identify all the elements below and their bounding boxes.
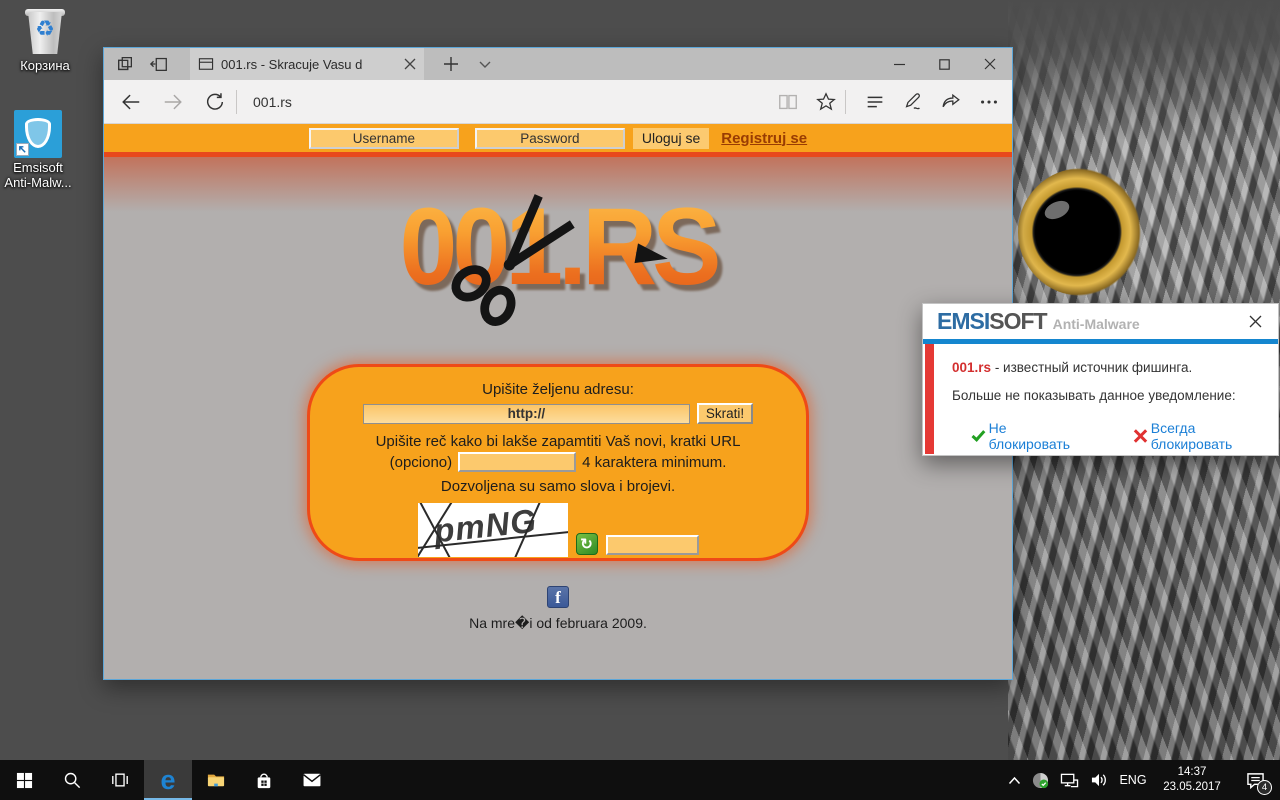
custom-word-input[interactable]: [458, 452, 577, 472]
forward-icon[interactable]: [152, 80, 194, 124]
dont-show-message: Больше не показывать данное уведомление:: [952, 388, 1236, 403]
store-bag-icon: [257, 773, 271, 788]
check-icon: [971, 426, 986, 442]
flagged-site: 001.rs: [952, 360, 992, 375]
password-field[interactable]: [474, 127, 625, 149]
emsisoft-brand-part1: EMSI: [937, 308, 990, 334]
reading-view-icon: [769, 80, 807, 124]
browser-tab-active[interactable]: 001.rs - Skracuje Vasu d: [190, 48, 424, 80]
taskbar-clock[interactable]: 14:37 23.05.2017: [1152, 760, 1232, 800]
language-indicator[interactable]: ENG: [1114, 760, 1152, 800]
tray-volume-icon[interactable]: [1084, 760, 1114, 800]
site-logo: 001.RS 001.RS: [358, 184, 758, 326]
tray-network-icon[interactable]: [1054, 760, 1084, 800]
popup-header: EMSI SOFT Anti-Malware: [923, 304, 1278, 339]
task-view-button[interactable]: [96, 760, 144, 800]
facebook-icon[interactable]: f: [547, 586, 569, 608]
recycle-bin-label: Корзина: [20, 58, 70, 73]
optional-label: (opciono): [389, 453, 453, 471]
store-button[interactable]: [240, 760, 288, 800]
refresh-icon[interactable]: [194, 80, 236, 124]
tray-emsisoft-icon[interactable]: [1026, 760, 1054, 800]
allow-link[interactable]: Не блокировать: [971, 420, 1081, 452]
allowed-chars-note: Dozvoljena su samo slova i brojevi.: [440, 478, 676, 495]
tab-previews-icon[interactable]: [108, 48, 142, 80]
username-field[interactable]: [308, 127, 459, 149]
back-icon[interactable]: [110, 80, 152, 124]
maximize-button[interactable]: [922, 48, 967, 80]
captcha-input[interactable]: [605, 535, 699, 555]
desktop-icon-recycle-bin[interactable]: ♻ Корзина: [2, 8, 88, 74]
mail-button[interactable]: [288, 760, 336, 800]
cross-icon: [1133, 429, 1146, 443]
search-button[interactable]: [48, 760, 96, 800]
register-link[interactable]: Registruj se: [721, 130, 807, 147]
address-label: Upišite željenu adresu:: [482, 381, 634, 398]
block-link[interactable]: Всегда блокировать: [1133, 420, 1268, 452]
minimize-button[interactable]: [877, 48, 922, 80]
emsisoft-label-line1: Emsisoft: [13, 160, 63, 175]
custom-word-hint: Upišite reč kako bi lakše zapamtiti Vaš …: [375, 433, 741, 450]
tray-overflow-chevron-icon[interactable]: [1002, 760, 1026, 800]
phishing-message: - известный источник фишинга.: [994, 360, 1193, 375]
tab-bar: 001.rs - Skracuje Vasu d: [104, 48, 1012, 80]
web-note-pen-icon[interactable]: [894, 80, 932, 124]
popup-body: 001.rs - известный источник фишинга. Бол…: [923, 344, 1278, 456]
recycle-symbol-icon: ♻: [35, 16, 55, 41]
clock-date: 23.05.2017: [1163, 781, 1221, 793]
emsisoft-shield-icon: [14, 110, 62, 158]
browser-toolbar: 001.rs: [104, 80, 1012, 124]
set-tabs-aside-icon[interactable]: [142, 48, 176, 80]
emsisoft-brand-part2: SOFT: [989, 308, 1047, 334]
taskbar-edge-button[interactable]: e: [144, 760, 192, 800]
notification-badge: 4: [1257, 780, 1272, 795]
file-explorer-button[interactable]: [192, 760, 240, 800]
edge-browser-window: 001.rs - Skracuje Vasu d 001.rs Username…: [103, 47, 1013, 680]
folder-icon: [207, 774, 225, 787]
edge-icon: e: [160, 764, 176, 795]
popup-alert-bar: [925, 344, 934, 454]
recycle-bin-icon: ♻: [21, 8, 69, 56]
emsisoft-brand-suffix: Anti-Malware: [1052, 315, 1140, 332]
start-button[interactable]: [0, 760, 48, 800]
favorites-star-icon[interactable]: [807, 80, 845, 124]
page-favicon-icon: [198, 58, 214, 70]
site-login-bar: Uloguj se Registruj se: [104, 124, 1012, 152]
tab-title: 001.rs - Skracuje Vasu d: [221, 56, 363, 72]
address-bar[interactable]: 001.rs: [237, 94, 769, 110]
shorten-button[interactable]: Skrati!: [696, 403, 754, 424]
popup-close-icon[interactable]: [1244, 311, 1266, 333]
mail-envelope-icon: [303, 773, 321, 787]
emsisoft-label-line2: Anti-Malw...: [4, 174, 72, 190]
desktop-icon-emsisoft[interactable]: Emsisoft Anti-Malw...: [0, 110, 81, 191]
tab-list-chevron-icon[interactable]: [468, 48, 502, 80]
share-icon[interactable]: [932, 80, 970, 124]
url-shortener-panel: Upišite željenu adresu: Skrati! Upišite …: [307, 364, 809, 561]
action-center-button[interactable]: 4: [1232, 760, 1278, 800]
url-input[interactable]: [362, 403, 690, 424]
captcha-image: pmNG: [417, 503, 568, 557]
emsisoft-alert-popup: EMSI SOFT Anti-Malware 001.rs - известны…: [922, 303, 1279, 456]
clock-time: 14:37: [1177, 766, 1207, 779]
min-chars-note: 4 karaktera minimum.: [582, 453, 727, 471]
hub-icon[interactable]: [856, 80, 894, 124]
more-options-icon[interactable]: [970, 80, 1008, 124]
new-tab-icon[interactable]: [434, 48, 468, 80]
shortcut-arrow-icon: [16, 143, 29, 156]
tab-close-icon[interactable]: [404, 58, 416, 70]
taskbar: e ENG 14:37 23.05.2017 4: [0, 760, 1280, 800]
toolbar-divider: [845, 89, 846, 114]
login-button[interactable]: Uloguj se: [632, 127, 710, 149]
online-since-text: Na mre�i od februara 2009.: [469, 615, 647, 631]
captcha-refresh-icon[interactable]: ↻: [575, 533, 598, 555]
webpage-001rs: Uloguj se Registruj se 001.RS 001.RS Upi…: [104, 124, 1012, 679]
owl-eye: [1018, 168, 1146, 296]
close-button[interactable]: [967, 48, 1012, 80]
